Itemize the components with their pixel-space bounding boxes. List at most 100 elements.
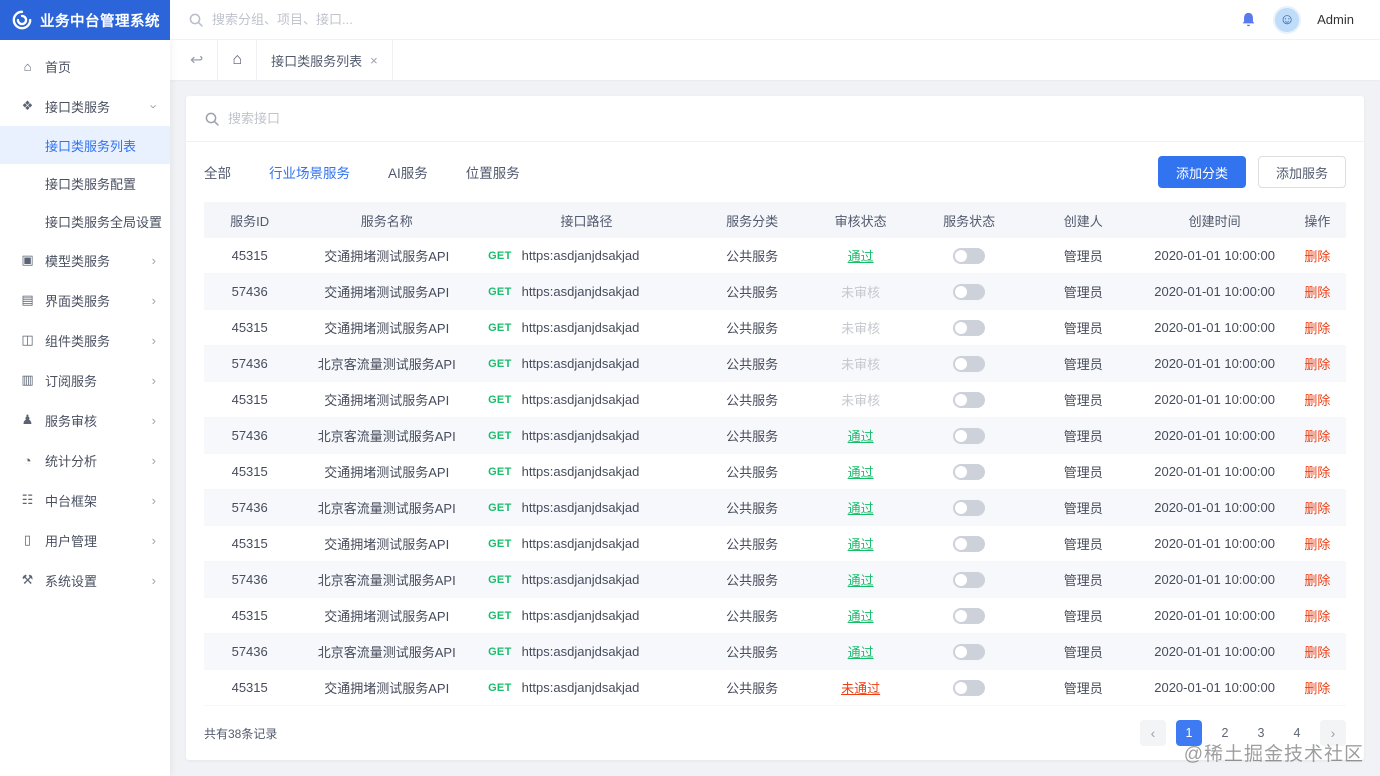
sidebar-subitem[interactable]: 接口类服务配置 <box>0 164 170 202</box>
audit-status-link[interactable]: 未审核 <box>841 357 880 372</box>
audit-status-link[interactable]: 通过 <box>848 501 874 516</box>
delete-link[interactable]: 删除 <box>1304 501 1330 516</box>
delete-link[interactable]: 删除 <box>1304 573 1330 588</box>
delete-link[interactable]: 删除 <box>1304 357 1330 372</box>
user-management-icon: ▯ <box>23 532 32 547</box>
cell-action: 删除 <box>1289 282 1346 301</box>
app-logo[interactable]: 业务中台管理系统 <box>0 0 170 40</box>
service-status-toggle[interactable] <box>953 679 986 696</box>
sidebar-item-api-service[interactable]: ❖ 接口类服务 › <box>0 86 170 126</box>
audit-status-link[interactable]: 通过 <box>848 465 874 480</box>
delete-link[interactable]: 删除 <box>1304 645 1330 660</box>
bell-icon[interactable] <box>1240 11 1257 28</box>
sidebar-item-user-management[interactable]: ▯ 用户管理 › <box>0 520 170 560</box>
prev-page-button[interactable]: ‹ <box>1140 720 1166 746</box>
delete-link[interactable]: 删除 <box>1304 249 1330 264</box>
service-status-toggle[interactable] <box>953 463 986 480</box>
cell-created-time: 2020-01-01 10:00:00 <box>1154 356 1275 371</box>
tab-全部[interactable]: 全部 <box>204 162 231 182</box>
page-button-3[interactable]: 3 <box>1248 720 1274 746</box>
global-search[interactable] <box>170 12 1240 28</box>
service-status-toggle[interactable] <box>953 319 986 336</box>
close-icon[interactable]: × <box>370 53 378 68</box>
avatar[interactable]: ☺ <box>1273 5 1302 34</box>
service-status-toggle[interactable] <box>953 391 986 408</box>
tab-行业场景服务[interactable]: 行业场景服务 <box>269 162 350 182</box>
delete-link[interactable]: 删除 <box>1304 681 1330 696</box>
panel-search[interactable] <box>186 96 1364 142</box>
delete-link[interactable]: 删除 <box>1304 609 1330 624</box>
page-button-4[interactable]: 4 <box>1284 720 1310 746</box>
path-text: https:asdjanjdsakjad <box>521 248 640 263</box>
cell-creator: 管理员 <box>1063 357 1103 372</box>
service-status-toggle[interactable] <box>953 499 986 516</box>
cell-creator: 管理员 <box>1063 249 1103 264</box>
sidebar-item-label: 首页 <box>45 59 72 75</box>
cell-category: 公共服务 <box>726 573 779 588</box>
sidebar-item-subscription[interactable]: ▥ 订阅服务 › <box>0 360 170 400</box>
cell-action: 删除 <box>1289 678 1346 697</box>
sidebar-item-ui-service[interactable]: ▤ 界面类服务 › <box>0 280 170 320</box>
service-status-toggle[interactable] <box>953 247 986 264</box>
user-name[interactable]: Admin <box>1317 12 1354 27</box>
sidebar-item-system-settings[interactable]: ⚒ 系统设置 › <box>0 560 170 600</box>
global-search-input[interactable] <box>212 12 512 27</box>
tab-AI服务[interactable]: AI服务 <box>388 162 428 182</box>
breadcrumb-tab[interactable]: 接口类服务列表 × <box>256 40 393 80</box>
service-status-toggle[interactable] <box>953 607 986 624</box>
audit-status-link[interactable]: 未通过 <box>841 681 880 696</box>
audit-status-link[interactable]: 通过 <box>848 429 874 444</box>
cell-action: 删除 <box>1289 462 1346 481</box>
add-category-button[interactable]: 添加分类 <box>1157 156 1246 188</box>
service-status-toggle[interactable] <box>953 283 986 300</box>
cell-service-status <box>912 355 1026 372</box>
audit-status-link[interactable]: 通过 <box>848 537 874 552</box>
sidebar-subitem[interactable]: 接口类服务列表 <box>0 126 170 164</box>
add-service-button[interactable]: 添加服务 <box>1257 156 1346 188</box>
audit-status-link[interactable]: 未审核 <box>841 321 880 336</box>
sidebar-item-component-service[interactable]: ◫ 组件类服务 › <box>0 320 170 360</box>
sidebar-subitem[interactable]: 接口类服务全局设置 <box>0 202 170 240</box>
delete-link[interactable]: 删除 <box>1304 321 1330 336</box>
delete-link[interactable]: 删除 <box>1304 465 1330 480</box>
service-status-toggle[interactable] <box>953 427 986 444</box>
delete-link[interactable]: 删除 <box>1304 285 1330 300</box>
service-status-toggle[interactable] <box>953 643 986 660</box>
cell-audit-status: 未审核 <box>809 390 912 409</box>
home-icon[interactable]: ⌂ <box>217 40 256 80</box>
service-status-toggle[interactable] <box>953 535 986 552</box>
delete-link[interactable]: 删除 <box>1304 429 1330 444</box>
audit-status-link[interactable]: 通过 <box>848 645 874 660</box>
page-button-2[interactable]: 2 <box>1212 720 1238 746</box>
audit-status-link[interactable]: 未审核 <box>841 285 880 300</box>
tab-位置服务[interactable]: 位置服务 <box>466 162 520 182</box>
cell-service-name: 交通拥堵测试服务API <box>324 249 450 264</box>
next-page-button[interactable]: › <box>1320 720 1346 746</box>
page-button-1[interactable]: 1 <box>1176 720 1202 746</box>
sidebar-item-statistics[interactable]: ◔ 统计分析 › <box>0 440 170 480</box>
audit-status-link[interactable]: 通过 <box>848 573 874 588</box>
sidebar-item-service-audit[interactable]: ♟ 服务审核 › <box>0 400 170 440</box>
delete-link[interactable]: 删除 <box>1304 393 1330 408</box>
cell-category: 公共服务 <box>726 681 779 696</box>
cell-audit-status: 未审核 <box>809 354 912 373</box>
sidebar-item-framework[interactable]: ☷ 中台框架 › <box>0 480 170 520</box>
service-status-toggle[interactable] <box>953 571 986 588</box>
audit-status-link[interactable]: 通过 <box>848 609 874 624</box>
sidebar-item-home[interactable]: ⌂ 首页 <box>0 46 170 86</box>
toggle-knob <box>955 249 968 262</box>
table-row: 45315 交通拥堵测试服务API GET https:asdjanjdsakjad 公… <box>204 598 1346 634</box>
sidebar-item-model-service[interactable]: ▣ 模型类服务 › <box>0 240 170 280</box>
service-status-toggle[interactable] <box>953 355 986 372</box>
back-arrow-icon[interactable]: ↩ <box>190 50 217 70</box>
column-header: 创建人 <box>1063 213 1103 229</box>
audit-status-link[interactable]: 未审核 <box>841 393 880 408</box>
cell-api-path: GET https:asdjanjdsakjad <box>478 464 695 479</box>
delete-link[interactable]: 删除 <box>1304 537 1330 552</box>
system-settings-icon: ⚒ <box>21 572 34 587</box>
cell-creator: 管理员 <box>1063 537 1103 552</box>
cell-api-path: GET https:asdjanjdsakjad <box>478 248 695 263</box>
panel-search-input[interactable] <box>228 111 1346 126</box>
cell-audit-status: 通过 <box>809 246 912 265</box>
audit-status-link[interactable]: 通过 <box>848 249 874 264</box>
